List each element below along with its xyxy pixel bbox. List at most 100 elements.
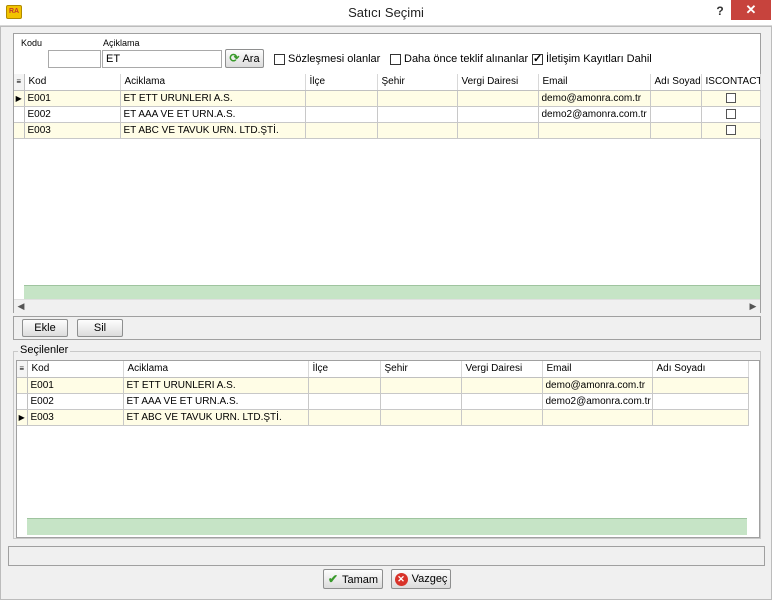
col-aciklama[interactable]: Aciklama (123, 361, 309, 378)
cancel-icon: ✕ (394, 572, 408, 586)
cell-vergi[interactable] (461, 393, 543, 410)
status-bar (8, 546, 765, 566)
column-chooser-icon[interactable]: ≡ (17, 361, 28, 378)
cell-aciklama[interactable]: ET ABC VE TAVUK URN. LTD.ŞTİ. (120, 122, 306, 139)
cell-iscontact[interactable] (701, 122, 761, 139)
cell-adi[interactable] (652, 409, 749, 426)
col-email[interactable]: Email (538, 74, 651, 91)
selected-panel: ≡ Kod Aciklama İlçe Şehir Vergi Dairesi … (16, 360, 760, 538)
col-ilce[interactable]: İlçe (305, 74, 378, 91)
refresh-icon: ⟳ (229, 51, 240, 65)
ara-button[interactable]: ⟳ Ara (225, 49, 264, 68)
cell-ilce[interactable] (308, 393, 381, 410)
dialog-body: Kodu Açiklama ⟳Ara Sözleşmesi olanlar Da… (0, 26, 772, 600)
iscontact-checkbox[interactable] (725, 108, 736, 119)
teklif-box (390, 53, 401, 65)
cell-ilce[interactable] (305, 122, 378, 139)
col-vergi[interactable]: Vergi Dairesi (457, 74, 539, 91)
cell-aciklama[interactable]: ET AAA VE ET URN.A.S. (120, 106, 306, 123)
cell-ilce[interactable] (305, 106, 378, 123)
cell-kod[interactable]: E002 (24, 106, 121, 123)
table-row[interactable]: ▶ E003 ET ABC VE TAVUK URN. LTD.ŞTİ. (17, 409, 749, 426)
col-sehir[interactable]: Şehir (377, 74, 458, 91)
row-indicator-icon: ▶ (17, 409, 28, 426)
scroll-right-icon[interactable]: ▶ (746, 300, 760, 313)
cell-aciklama[interactable]: ET AAA VE ET URN.A.S. (123, 393, 309, 410)
col-kod[interactable]: Kod (24, 74, 121, 91)
cell-vergi[interactable] (461, 377, 543, 394)
cell-kod[interactable]: E003 (24, 122, 121, 139)
cell-kod[interactable]: E003 (27, 409, 124, 426)
cell-kod[interactable]: E001 (24, 90, 121, 107)
cell-email[interactable]: demo2@amonra.com.tr (538, 106, 651, 123)
sozlesme-checkbox[interactable]: Sözleşmesi olanlar (274, 53, 380, 65)
iscontact-checkbox[interactable] (725, 92, 736, 103)
cell-sehir[interactable] (377, 90, 458, 107)
selected-group: Seçilenler ≡ Kod Aciklama İlçe Şehir Ver… (13, 344, 761, 539)
teklif-checkbox[interactable]: Daha önce teklif alınanlar (390, 53, 528, 65)
selected-grid: ≡ Kod Aciklama İlçe Şehir Vergi Dairesi … (17, 361, 749, 426)
horizontal-scrollbar[interactable]: ◀ ▶ (14, 299, 760, 313)
selected-grid-header: ≡ Kod Aciklama İlçe Şehir Vergi Dairesi … (17, 361, 749, 378)
ekle-button[interactable]: Ekle (22, 319, 68, 337)
col-adi[interactable]: Adı Soyadı (650, 74, 702, 91)
scroll-left-icon[interactable]: ◀ (14, 300, 28, 313)
cell-aciklama[interactable]: ET ETT URUNLERI A.S. (123, 377, 309, 394)
table-row[interactable]: E002 ET AAA VE ET URN.A.S. demo2@amonra.… (17, 393, 749, 410)
cell-sehir[interactable] (380, 377, 462, 394)
cell-email[interactable]: demo2@amonra.com.tr (542, 393, 653, 410)
cell-email[interactable] (542, 409, 653, 426)
table-row[interactable]: ▶ E001 ET ETT URUNLERI A.S. demo@amonra.… (14, 90, 761, 107)
cell-vergi[interactable] (461, 409, 543, 426)
col-sehir[interactable]: Şehir (380, 361, 462, 378)
cell-sehir[interactable] (377, 122, 458, 139)
cell-vergi[interactable] (457, 106, 539, 123)
kodu-input[interactable] (48, 50, 101, 68)
cell-vergi[interactable] (457, 90, 539, 107)
cell-iscontact[interactable] (701, 90, 761, 107)
cell-kod[interactable]: E002 (27, 393, 124, 410)
ok-button[interactable]: ✔ Tamam (323, 569, 383, 589)
cell-adi[interactable] (652, 377, 749, 394)
col-kod[interactable]: Kod (27, 361, 124, 378)
col-email[interactable]: Email (542, 361, 653, 378)
aciklama-input[interactable] (102, 50, 222, 68)
ok-label: Tamam (342, 574, 379, 586)
col-vergi[interactable]: Vergi Dairesi (461, 361, 543, 378)
table-row[interactable]: E001 ET ETT URUNLERI A.S. demo@amonra.co… (17, 377, 749, 394)
cell-adi[interactable] (650, 122, 702, 139)
cell-email[interactable] (538, 122, 651, 139)
sil-button[interactable]: Sil (77, 319, 123, 337)
cell-email[interactable]: demo@amonra.com.tr (542, 377, 653, 394)
cell-ilce[interactable] (308, 409, 381, 426)
cell-sehir[interactable] (377, 106, 458, 123)
cell-kod[interactable]: E001 (27, 377, 124, 394)
cell-ilce[interactable] (305, 90, 378, 107)
cancel-button[interactable]: ✕ Vazgeç (391, 569, 451, 589)
table-row[interactable]: E003 ET ABC VE TAVUK URN. LTD.ŞTİ. (14, 122, 761, 139)
col-aciklama[interactable]: Aciklama (120, 74, 306, 91)
cell-ilce[interactable] (308, 377, 381, 394)
col-adi[interactable]: Adı Soyadı (652, 361, 749, 378)
selected-grid-footer (27, 518, 747, 535)
cell-email[interactable]: demo@amonra.com.tr (538, 90, 651, 107)
table-row[interactable]: E002 ET AAA VE ET URN.A.S. demo2@amonra.… (14, 106, 761, 123)
col-iscontact[interactable]: ISCONTACT (701, 74, 761, 91)
iscontact-checkbox[interactable] (725, 124, 736, 135)
cell-aciklama[interactable]: ET ABC VE TAVUK URN. LTD.ŞTİ. (123, 409, 309, 426)
help-button[interactable]: ? (710, 2, 730, 20)
cell-aciklama[interactable]: ET ETT URUNLERI A.S. (120, 90, 306, 107)
cancel-label: Vazgeç (411, 573, 448, 585)
col-ilce[interactable]: İlçe (308, 361, 381, 378)
iletisim-checkbox[interactable]: İletişim Kayıtları Dahil (532, 52, 652, 65)
cell-sehir[interactable] (380, 409, 462, 426)
cell-sehir[interactable] (380, 393, 462, 410)
cell-iscontact[interactable] (701, 106, 761, 123)
column-chooser-icon[interactable]: ≡ (14, 74, 25, 91)
close-button[interactable]: ✕ (731, 0, 771, 20)
cell-adi[interactable] (652, 393, 749, 410)
cell-adi[interactable] (650, 106, 702, 123)
cell-vergi[interactable] (457, 122, 539, 139)
cell-adi[interactable] (650, 90, 702, 107)
row-indicator (17, 393, 28, 410)
